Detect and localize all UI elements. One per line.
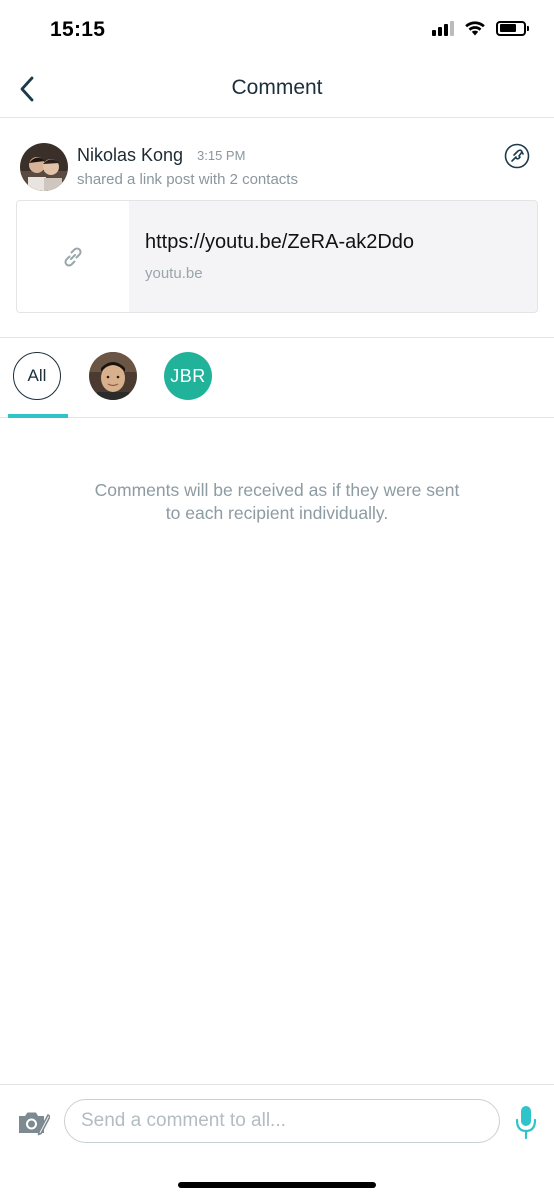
author-avatar[interactable] (20, 143, 68, 191)
wifi-icon (465, 21, 485, 36)
recipient-tabs: All JBR (0, 339, 554, 418)
empty-message-line-2: to each recipient individually. (165, 503, 389, 523)
link-preview-card[interactable]: https://youtu.be/ZeRA-ak2Ddo youtu.be (16, 200, 538, 313)
status-icons (432, 20, 529, 36)
recipient-avatar (89, 352, 137, 400)
reaction-icon[interactable] (504, 143, 530, 169)
empty-comments-message: Comments will be received as if they wer… (0, 479, 554, 525)
battery-icon (496, 20, 529, 36)
nav-bar: Comment (0, 60, 554, 118)
selected-tab-indicator (8, 414, 68, 418)
post-header: Nikolas Kong 3:15 PM shared a link post … (0, 119, 554, 338)
home-indicator (178, 1182, 376, 1188)
comment-composer (0, 1084, 554, 1200)
link-url[interactable]: https://youtu.be/ZeRA-ak2Ddo (145, 231, 414, 254)
link-icon (64, 246, 82, 267)
post-timestamp: 3:15 PM (197, 148, 246, 163)
empty-message-line-1: Comments will be received as if they wer… (94, 480, 460, 500)
status-time: 15:15 (50, 18, 106, 41)
microphone-icon[interactable] (514, 1103, 538, 1143)
tab-recipient-photo[interactable] (89, 352, 137, 400)
author-name[interactable]: Nikolas Kong (77, 145, 183, 166)
link-domain: youtu.be (145, 265, 203, 282)
page-title: Comment (231, 76, 323, 99)
tab-all-recipients[interactable]: All (13, 352, 61, 400)
cellular-signal-icon (432, 20, 454, 36)
recipient-initials: JBR (170, 365, 206, 386)
link-thumbnail (17, 201, 129, 312)
camera-icon[interactable] (16, 1107, 50, 1137)
comment-input[interactable] (64, 1099, 500, 1143)
status-bar: 15:15 (0, 0, 554, 60)
tab-all-label: All (27, 366, 47, 385)
tab-recipient-jbr[interactable]: JBR (164, 352, 212, 400)
post-description: shared a link post with 2 contacts (77, 171, 298, 188)
